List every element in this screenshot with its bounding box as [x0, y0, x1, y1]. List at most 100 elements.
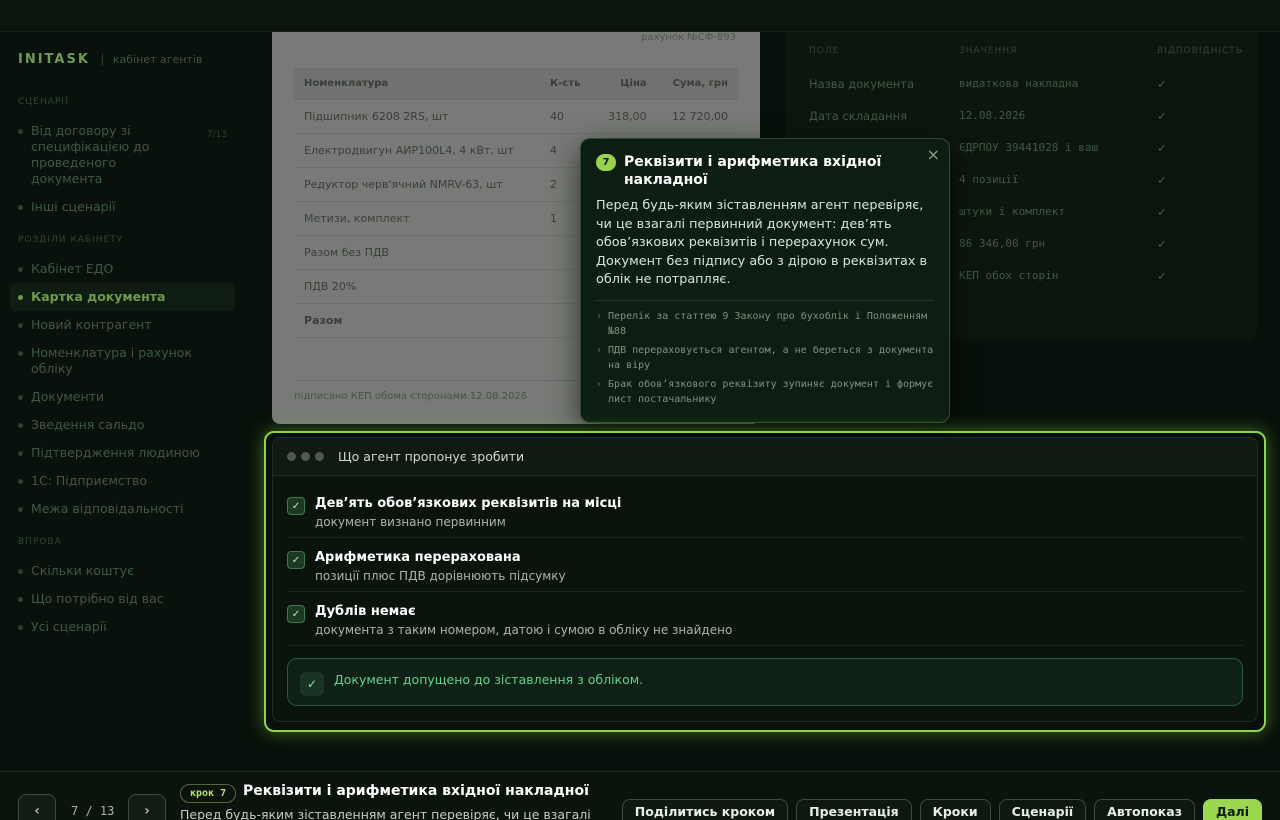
sidebar-item-document-card[interactable]: Картка документа — [10, 283, 235, 311]
sidebar-item-new-counterparty[interactable]: Новий контрагент — [18, 311, 235, 339]
column-header: ПОЛЕ — [809, 46, 840, 56]
sidebar-item-nomenclature[interactable]: Номенклатура і рахунок обліку — [18, 339, 235, 383]
bullet-icon — [18, 507, 23, 512]
bullet-icon — [18, 395, 23, 400]
sidebar-item-label: Скільки коштує — [31, 563, 134, 578]
table-cell: ПДВ 20% — [294, 269, 541, 304]
sidebar-item-other-scenarios[interactable]: Інші сценарії — [18, 193, 235, 221]
bullet-icon — [18, 129, 23, 134]
table-cell: Електродвигун АИР100L4, 4 кВт, шт — [294, 133, 541, 168]
bullet-icon — [18, 423, 23, 428]
field-value: штуки і комплект — [959, 205, 1065, 218]
prev-step-button[interactable]: ‹ — [18, 794, 56, 820]
tooltip-notes: › Перелік за статтею 9 Закону про бухоблі… — [596, 299, 934, 407]
table-row: Дата складання 12.08.2026 ✓ — [797, 100, 1245, 132]
share-step-button[interactable]: Поділитись кроком — [621, 799, 789, 820]
sidebar-item-human-confirm[interactable]: Підтвердження людиною — [18, 439, 235, 467]
sidebar-item-label: Зведення сальдо — [31, 417, 145, 432]
check-title: Арифметика перерахована — [315, 550, 521, 565]
check-subtitle: документ визнано первинним — [315, 515, 506, 529]
table-cell: Разом — [294, 303, 541, 338]
panel-title: Що агент пропонує зробити — [338, 449, 525, 464]
close-icon[interactable]: × — [927, 145, 940, 164]
field-name: Назва документа — [809, 77, 915, 91]
sidebar-item-label: Номенклатура і рахунок обліку — [31, 345, 192, 376]
check-icon: ✓ — [1157, 205, 1167, 219]
sidebar-item-responsibility[interactable]: Межа відповідальності — [18, 495, 235, 523]
table-header-row: Номенклатура К-сть Ціна Сума, грн — [294, 68, 738, 100]
sidebar-item-edo[interactable]: Кабінет ЕДО — [18, 255, 235, 283]
sidebar-item-balance[interactable]: Зведення сальдо — [18, 411, 235, 439]
sidebar-item-label: Що потрібно від вас — [31, 591, 164, 606]
step-description: Перед будь-яким зіставленням агент перев… — [180, 807, 591, 820]
column-header: ЗНАЧЕННЯ — [959, 46, 1018, 56]
field-value: ЄДРПОУ 39441028 і ваш — [959, 141, 1099, 154]
column-header: Сума, грн — [656, 68, 738, 100]
table-cell: Метизи, комплект — [294, 201, 541, 236]
table-row: Назва документа видаткова накладна ✓ — [797, 68, 1245, 100]
bottom-bar: ‹ 7 / 13 › крок 7 Реквізити і арифметика… — [0, 771, 1280, 820]
list-item: › Брак обов’язкового реквізиту зупиняє до… — [596, 377, 934, 407]
tooltip-body: Перед будь-яким зіставленням агент перев… — [596, 198, 928, 287]
column-header: К-сть — [540, 68, 594, 100]
check-subtitle: документа з таким номером, датою і сумою… — [315, 623, 733, 637]
sidebar-item-pricing[interactable]: Скільки коштує — [18, 557, 235, 585]
steps-button[interactable]: Кроки — [919, 799, 991, 820]
sidebar-item-1c[interactable]: 1С: Підприємство — [18, 467, 235, 495]
sidebar-item-documents[interactable]: Документи — [18, 383, 235, 411]
check-icon: ✓ — [1157, 173, 1167, 187]
bullet-icon — [18, 597, 23, 602]
table-cell: Редуктор черв'ячний NMRV-63, шт — [294, 167, 541, 202]
next-button[interactable]: Далі — [1202, 799, 1262, 820]
sidebar-section-title: РОЗДІЛИ КАБІНЕТУ — [18, 235, 124, 245]
brand-logo[interactable]: INITASK — [18, 52, 90, 67]
sidebar-item-label: Документи — [31, 389, 105, 404]
sidebar-item-label: 1С: Підприємство — [31, 473, 148, 488]
tooltip-title: Реквізити і арифметика вхідної накладної — [624, 154, 882, 188]
panel-header: Що агент пропонує зробити — [273, 438, 1257, 476]
next-step-arrow-button[interactable]: › — [128, 794, 166, 820]
list-item: › ПДВ перераховується агентом, а не берет… — [596, 343, 934, 373]
window-dot-icon — [287, 452, 296, 461]
tooltip-header: 7 Реквізити і арифметика вхідної накладн… — [596, 153, 934, 189]
table-cell: 40 — [540, 99, 594, 134]
checkbox-checked-icon: ✓ — [287, 551, 305, 569]
column-header: ВІДПОВІДНІСТЬ — [1157, 46, 1243, 56]
sidebar-item-label: Межа відповідальності — [31, 501, 184, 516]
check-icon: ✓ — [1157, 237, 1167, 251]
bullet-icon — [18, 267, 23, 272]
bullet-icon — [18, 351, 23, 356]
chevron-right-icon: › — [596, 344, 603, 356]
chevron-right-icon: › — [596, 310, 603, 322]
autoplay-button[interactable]: Автопоказ — [1094, 799, 1195, 820]
sidebar-item-label: Картка документа — [31, 289, 166, 304]
brand: INITASK кабінет агентів — [18, 52, 235, 67]
check-item: ✓ Дублів немає документа з таким номером… — [287, 592, 1243, 646]
chevron-right-icon: › — [596, 378, 603, 390]
sidebar-item-requirements[interactable]: Що потрібно від вас — [18, 585, 235, 613]
sidebar-item-all-scenarios[interactable]: Усі сценарії — [18, 613, 235, 641]
sidebar-item-label: Новий контрагент — [31, 317, 152, 332]
sidebar-item-scenario-contract[interactable]: Від договору зі специфікацією до проведе… — [18, 117, 235, 193]
check-icon: ✓ — [1157, 77, 1167, 91]
check-icon: ✓ — [1157, 141, 1167, 155]
action-buttons: Поділитись кроком Презентація Кроки Сцен… — [621, 799, 1262, 820]
step-title: Реквізити і арифметика вхідної накладної — [243, 783, 589, 799]
field-value: 12.08.2026 — [959, 109, 1026, 122]
checkbox-checked-icon: ✓ — [287, 497, 305, 515]
field-value: 86 346,00 грн — [959, 237, 1046, 250]
presentation-button[interactable]: Презентація — [796, 799, 912, 820]
column-header: Ціна — [593, 68, 657, 100]
sidebar-item-label: Інші сценарії — [31, 199, 116, 214]
field-value: видаткова накладна — [959, 77, 1079, 90]
bullet-icon — [18, 451, 23, 456]
check-title: Дублів немає — [315, 604, 416, 619]
note-text: ПДВ перераховується агентом, а не береть… — [608, 344, 934, 371]
agent-proposal-panel: Що агент пропонує зробити ✓ Дев’ять обов… — [272, 437, 1258, 722]
field-name: Дата складання — [809, 109, 908, 123]
scenarios-button[interactable]: Сценарії — [998, 799, 1087, 820]
table-header-row: ПОЛЕ ЗНАЧЕННЯ ВІДПОВІДНІСТЬ — [797, 46, 1245, 56]
sidebar-item-count: 7/13 — [206, 130, 227, 140]
table-cell: 318,00 — [593, 99, 657, 134]
sidebar-item-label: Кабінет ЕДО — [31, 261, 114, 276]
